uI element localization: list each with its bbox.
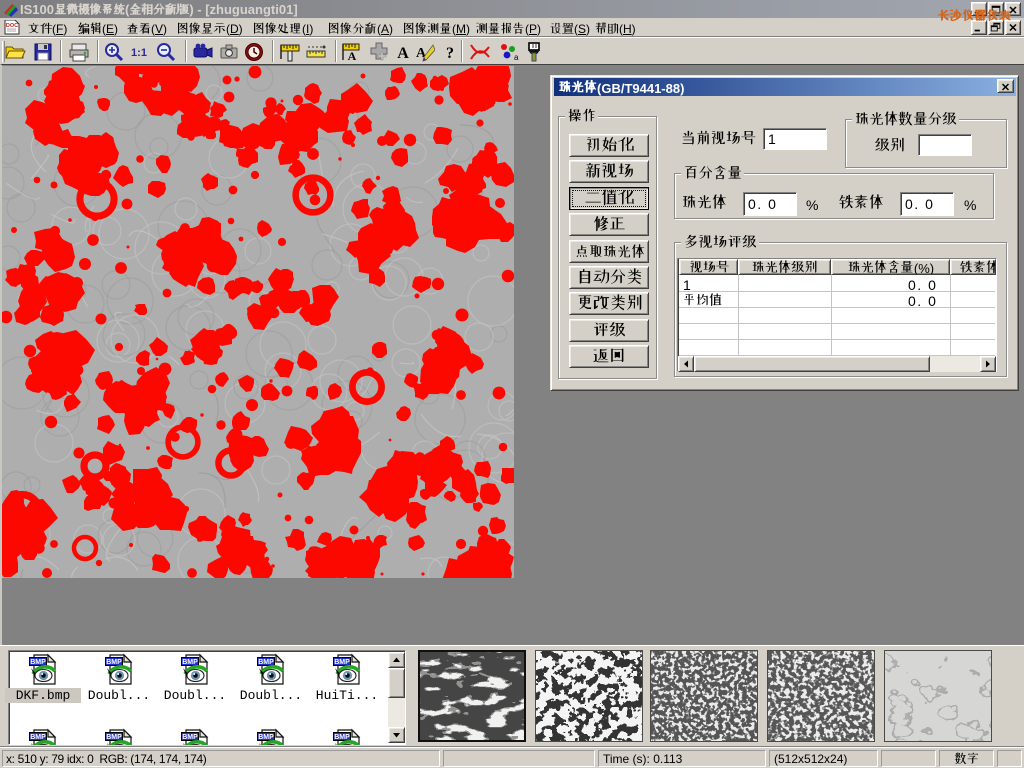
svg-text:A: A (397, 45, 409, 62)
svg-text:1:1: 1:1 (131, 47, 147, 59)
svg-text:?: ? (446, 45, 454, 62)
svg-text:a: a (514, 53, 519, 62)
svg-text:A: A (348, 49, 357, 63)
svg-text:DOC: DOC (6, 23, 18, 29)
